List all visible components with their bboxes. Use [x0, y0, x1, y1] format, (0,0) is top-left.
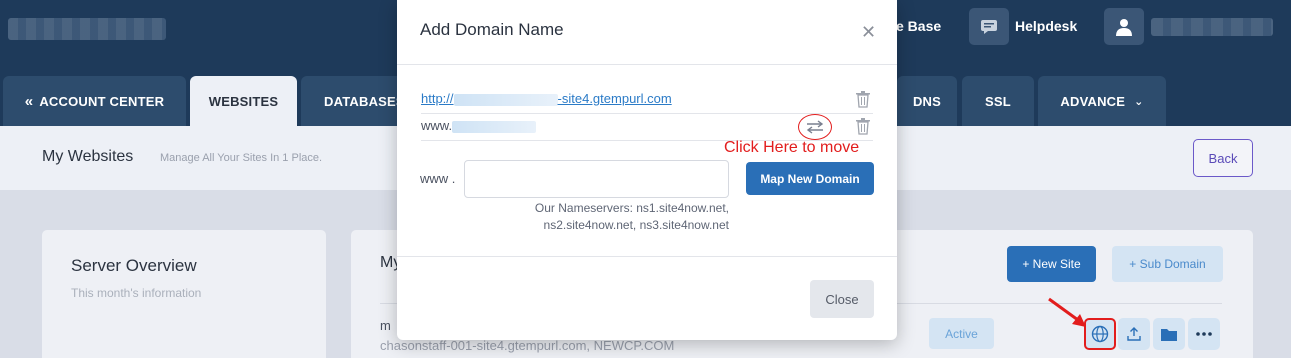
upload-icon	[1127, 327, 1141, 341]
move-domain-button[interactable]	[798, 114, 832, 140]
status-badge: Active	[929, 318, 994, 349]
domain-row: http:// -site4.gtempurl.com	[421, 88, 873, 114]
domain-prefix: www.	[421, 118, 453, 133]
domain-row: www.	[421, 114, 873, 141]
chevron-left-icon: «	[24, 92, 34, 110]
tab-ssl[interactable]: SSL	[962, 76, 1034, 126]
chat-icon	[981, 19, 997, 34]
tab-websites[interactable]: WEBSITES	[190, 76, 297, 126]
tab-account-center[interactable]: « ACCOUNT CENTER	[3, 76, 186, 126]
divider	[397, 64, 897, 65]
domain-suffix: -site4.gtempurl.com	[557, 91, 672, 106]
trash-icon[interactable]	[855, 117, 871, 135]
files-button[interactable]	[1153, 318, 1185, 350]
annotation-text: Click Here to move	[724, 139, 860, 156]
knowledge-base-link[interactable]: e Base	[896, 18, 941, 34]
map-new-domain-button[interactable]: Map New Domain	[746, 162, 874, 195]
server-overview-title: Server Overview	[71, 256, 197, 275]
redacted-segment	[452, 120, 537, 133]
nameservers-info: Our Nameservers: ns1.site4now.net, ns2.s…	[500, 200, 729, 234]
helpdesk-button[interactable]	[969, 8, 1009, 45]
domain-prefix: http://	[421, 91, 454, 106]
more-icon	[1196, 332, 1212, 336]
username-redacted	[1151, 18, 1273, 36]
tab-dns[interactable]: DNS	[897, 76, 957, 126]
domain-link[interactable]: http:// -site4.gtempurl.com	[421, 91, 672, 106]
publish-button[interactable]	[1118, 318, 1150, 350]
chevron-down-icon: ⌄	[1134, 95, 1144, 108]
globe-icon	[1091, 325, 1109, 343]
folder-icon	[1161, 328, 1177, 341]
more-button[interactable]	[1188, 318, 1220, 350]
domain-text: www.	[421, 118, 537, 133]
tab-advance[interactable]: ADVANCE ⌄	[1038, 76, 1166, 126]
redacted-segment	[453, 93, 558, 106]
nameservers-line: ns2.site4now.net, ns3.site4now.net	[543, 218, 729, 232]
modal-title: Add Domain Name	[420, 20, 564, 39]
close-button[interactable]: Close	[810, 280, 874, 318]
tab-label: DATABASES	[324, 93, 405, 109]
sub-domain-button[interactable]: + Sub Domain	[1112, 246, 1223, 282]
new-site-button[interactable]: + New Site	[1007, 246, 1096, 282]
swap-icon	[806, 120, 824, 134]
www-prefix-label: www .	[420, 171, 456, 186]
tab-label: DNS	[912, 93, 942, 109]
nameservers-line: Our Nameservers: ns1.site4now.net,	[534, 201, 729, 215]
server-overview-card: Server Overview This month's information	[42, 230, 326, 358]
tab-label: SSL	[985, 93, 1011, 109]
tab-databases[interactable]: DATABASES	[301, 76, 411, 126]
helpdesk-label[interactable]: Helpdesk	[1015, 18, 1077, 34]
site-name: m	[380, 318, 391, 333]
site-urls: chasonstaff-001-site4.gtempurl.com, NEWC…	[380, 338, 675, 353]
tab-label: ADVANCE	[1060, 93, 1126, 109]
annotation-arrow-icon	[1048, 297, 1086, 327]
user-menu-button[interactable]	[1104, 8, 1144, 45]
logo-redacted	[8, 18, 166, 40]
trash-icon[interactable]	[855, 90, 871, 108]
close-icon[interactable]: ✕	[861, 22, 876, 43]
tab-label: WEBSITES	[208, 93, 279, 109]
page-description: Manage All Your Sites In 1 Place.	[160, 152, 323, 164]
user-icon	[1116, 18, 1132, 36]
back-button[interactable]: Back	[1193, 139, 1253, 177]
tab-label: ACCOUNT CENTER	[39, 93, 165, 109]
domains-button[interactable]	[1084, 318, 1116, 350]
server-overview-description: This month's information	[71, 286, 202, 300]
divider	[397, 256, 897, 257]
domain-input[interactable]	[464, 160, 729, 198]
page-title: My Websites	[42, 148, 134, 165]
